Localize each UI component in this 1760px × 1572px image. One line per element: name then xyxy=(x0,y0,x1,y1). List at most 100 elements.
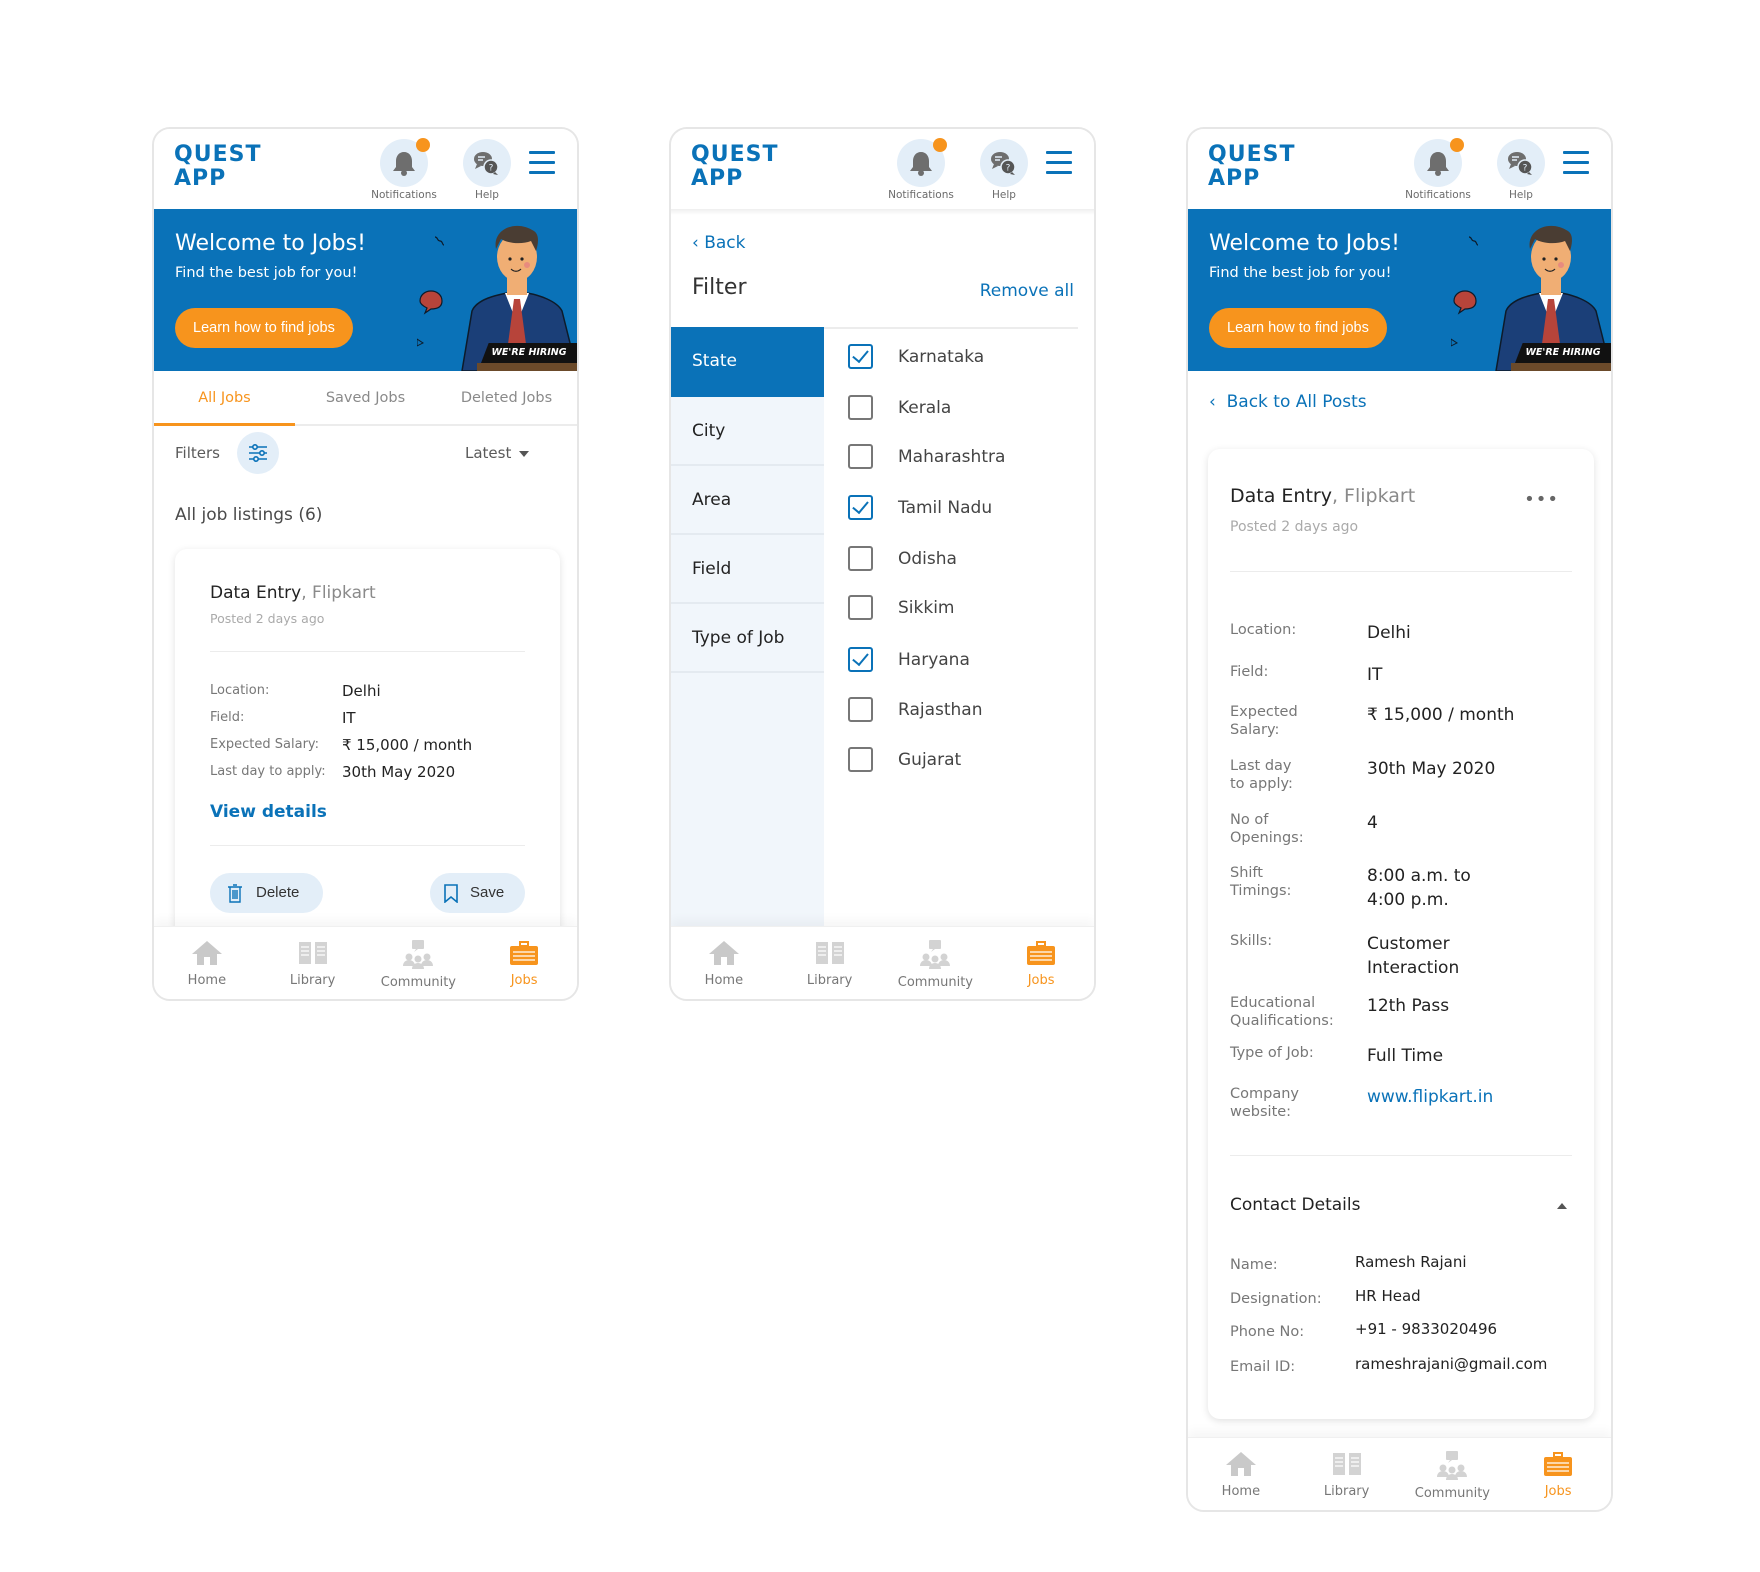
state-option[interactable]: Tamil Nadu xyxy=(848,493,1068,523)
tab-deleted-jobs[interactable]: Deleted Jobs xyxy=(436,371,577,424)
checkbox[interactable] xyxy=(848,495,873,520)
menu-button[interactable] xyxy=(1046,151,1072,174)
state-option[interactable]: Odisha xyxy=(848,544,1068,574)
state-option[interactable]: Sikkim xyxy=(848,593,1068,623)
app-logo[interactable]: QUEST APP xyxy=(691,143,778,191)
help-button[interactable]: ? xyxy=(1497,139,1545,187)
help-chat-icon: ? xyxy=(991,152,1016,175)
save-label: Save xyxy=(470,884,505,901)
nav-community-label: Community xyxy=(897,975,973,990)
learn-how-button[interactable]: Learn how to find jobs xyxy=(1209,308,1387,348)
filters-button[interactable] xyxy=(237,432,279,474)
nav-library[interactable]: Library xyxy=(777,927,883,999)
nav-community-label: Community xyxy=(1414,1486,1490,1501)
back-label: Back to All Posts xyxy=(1226,392,1367,412)
nav-community-label: Community xyxy=(380,975,456,990)
logo-line-2: APP xyxy=(691,166,744,191)
view-details-link[interactable]: View details xyxy=(210,802,327,822)
checkbox[interactable] xyxy=(848,444,873,469)
nav-library[interactable]: Library xyxy=(260,927,366,999)
caret-up-icon[interactable] xyxy=(1557,1203,1567,1209)
contact-details-header[interactable]: Contact Details xyxy=(1230,1195,1360,1215)
tab-saved-jobs[interactable]: Saved Jobs xyxy=(295,371,436,424)
tab-all-jobs[interactable]: All Jobs xyxy=(154,371,295,426)
detail-value: 30th May 2020 xyxy=(1367,759,1496,779)
community-icon xyxy=(1437,1451,1468,1480)
back-button[interactable]: ‹ Back xyxy=(692,233,745,253)
app-logo[interactable]: QUEST APP xyxy=(1208,143,1295,191)
field-value: IT xyxy=(342,709,356,727)
menu-button[interactable] xyxy=(529,151,555,174)
nav-jobs[interactable]: Jobs xyxy=(988,927,1094,999)
filter-category-state[interactable]: State xyxy=(671,327,824,397)
state-option[interactable]: Karnataka xyxy=(848,342,1068,372)
sort-dropdown[interactable]: Latest xyxy=(465,444,530,462)
detail-label: Educational Qualifications: xyxy=(1230,995,1334,1029)
banner-title: Welcome to Jobs! xyxy=(1209,231,1400,256)
checkbox[interactable] xyxy=(848,344,873,369)
nav-community[interactable]: Community xyxy=(366,927,472,999)
state-option[interactable]: Maharashtra xyxy=(848,442,1068,472)
checkbox[interactable] xyxy=(848,546,873,571)
learn-how-button[interactable]: Learn how to find jobs xyxy=(175,308,353,348)
contact-label: Phone No: xyxy=(1230,1324,1305,1340)
detail-label: Type of Job: xyxy=(1230,1045,1314,1061)
filter-category-area[interactable]: Area xyxy=(671,466,824,535)
community-icon xyxy=(403,940,434,969)
welcome-banner: Welcome to Jobs! Find the best job for y… xyxy=(154,209,577,371)
detail-label: Field: xyxy=(1230,664,1269,680)
nav-library-label: Library xyxy=(1323,1484,1370,1499)
nav-jobs[interactable]: Jobs xyxy=(1505,1438,1611,1510)
nav-home[interactable]: Home xyxy=(1188,1438,1294,1510)
filter-category-field[interactable]: Field xyxy=(671,535,824,604)
remove-all-button[interactable]: Remove all xyxy=(980,281,1074,301)
notifications-button[interactable] xyxy=(380,138,430,187)
field-label: Last day to apply: xyxy=(210,764,326,779)
nav-community[interactable]: Community xyxy=(1400,1438,1506,1510)
save-button[interactable]: Save xyxy=(430,873,525,913)
state-option[interactable]: Kerala xyxy=(848,393,1068,423)
company-website-link[interactable]: www.flipkart.in xyxy=(1367,1085,1493,1109)
notifications-label: Notifications xyxy=(888,189,954,201)
option-label: Gujarat xyxy=(898,750,962,770)
filter-category-city[interactable]: City xyxy=(671,397,824,466)
hiring-badge: WE'RE HIRING xyxy=(1515,343,1611,363)
app-logo[interactable]: QUEST APP xyxy=(174,143,261,191)
nav-home-label: Home xyxy=(1221,1484,1261,1499)
checkbox[interactable] xyxy=(848,747,873,772)
checkbox[interactable] xyxy=(848,395,873,420)
nav-community[interactable]: Community xyxy=(883,927,989,999)
notifications-button[interactable] xyxy=(897,138,947,187)
menu-icon-bar xyxy=(1046,151,1072,154)
menu-button[interactable] xyxy=(1563,151,1589,174)
help-button[interactable]: ? xyxy=(463,139,511,187)
more-options-icon[interactable]: ••• xyxy=(1524,489,1559,510)
header-shadow xyxy=(671,209,1094,215)
banner-subtitle: Find the best job for you! xyxy=(175,265,358,281)
notifications-button[interactable] xyxy=(1414,138,1464,187)
state-option[interactable]: Haryana xyxy=(848,645,1068,675)
help-chat-icon: ? xyxy=(1508,152,1533,175)
filter-categories: State City Area Field Type of Job xyxy=(671,327,824,931)
help-label: Help xyxy=(992,189,1016,201)
bookmark-icon xyxy=(444,884,458,903)
svg-text:?: ? xyxy=(489,164,494,174)
nav-library[interactable]: Library xyxy=(1294,1438,1400,1510)
nav-jobs-label: Jobs xyxy=(510,973,538,988)
delete-label: Delete xyxy=(256,884,300,901)
checkbox[interactable] xyxy=(848,697,873,722)
state-option[interactable]: Gujarat xyxy=(848,745,1068,775)
filter-category-type-of-job[interactable]: Type of Job xyxy=(671,604,824,673)
nav-home[interactable]: Home xyxy=(154,927,260,999)
back-to-all-posts-button[interactable]: ‹ Back to All Posts xyxy=(1209,392,1367,412)
nav-home[interactable]: Home xyxy=(671,927,777,999)
checkbox[interactable] xyxy=(848,595,873,620)
checkbox[interactable] xyxy=(848,647,873,672)
bottom-nav: Home Library Community Jobs xyxy=(1188,1437,1611,1510)
nav-jobs[interactable]: Jobs xyxy=(471,927,577,999)
job-title-line: Data Entry, Flipkart xyxy=(210,583,376,603)
delete-button[interactable]: Delete xyxy=(210,873,323,913)
book-icon xyxy=(1332,1453,1361,1475)
help-button[interactable]: ? xyxy=(980,139,1028,187)
state-option[interactable]: Rajasthan xyxy=(848,695,1068,725)
